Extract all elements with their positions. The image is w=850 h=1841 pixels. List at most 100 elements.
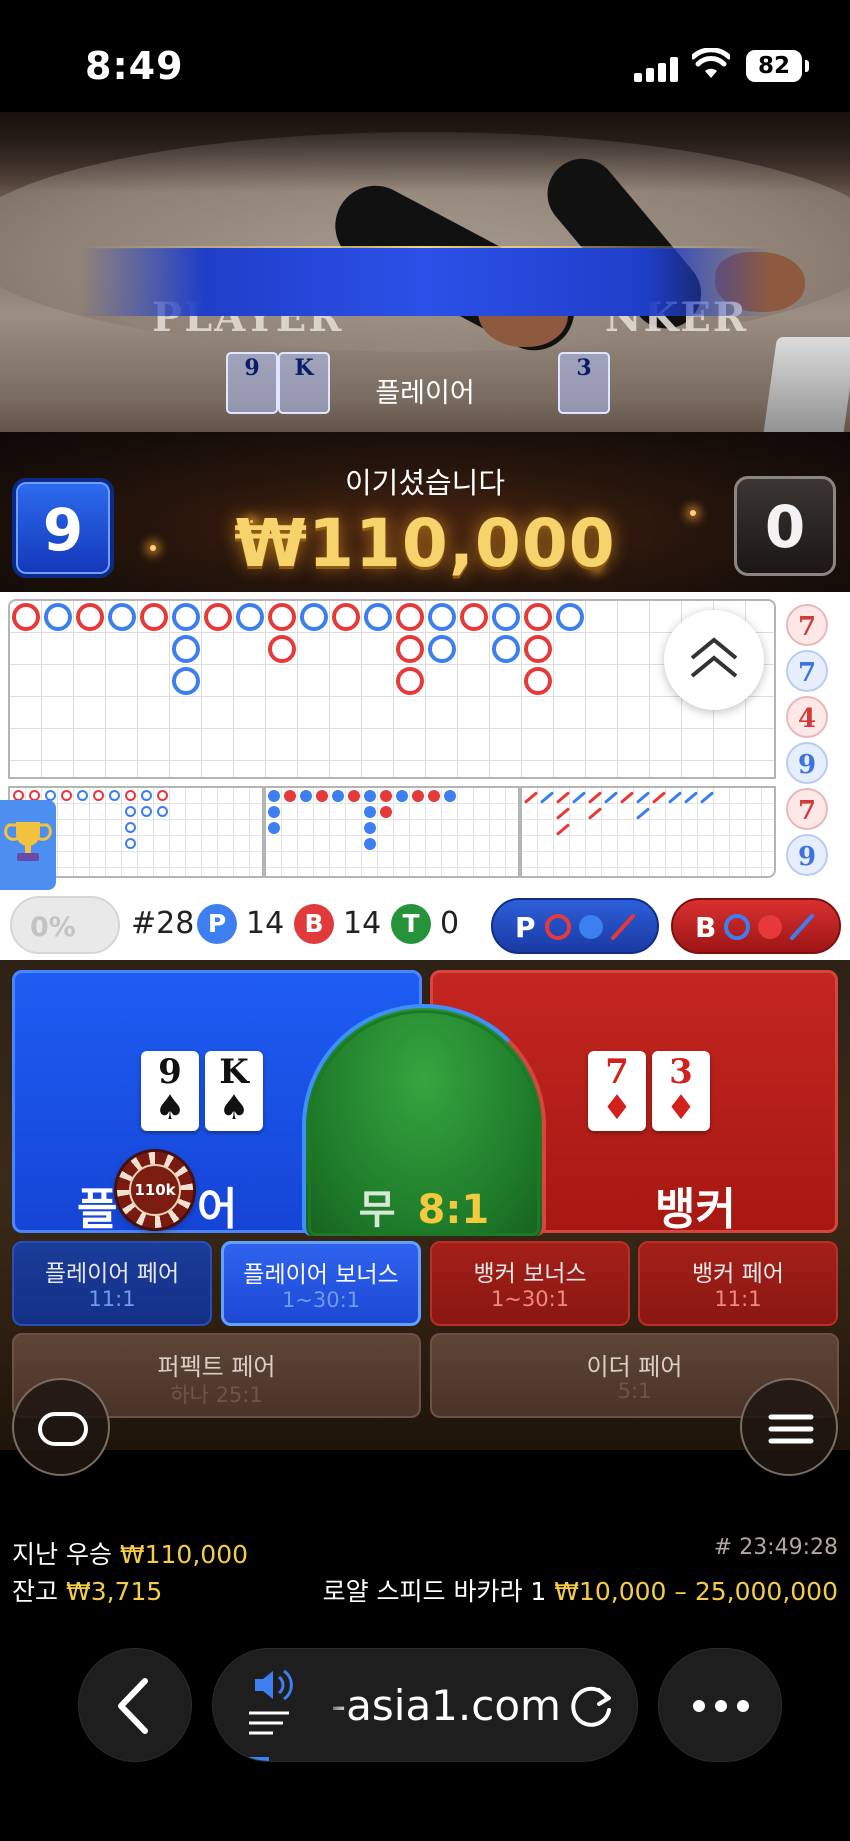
road-marker — [332, 790, 344, 802]
battery-icon: 82 — [746, 50, 809, 82]
road-marker — [141, 790, 152, 801]
tie-count: 0 — [440, 906, 460, 941]
road-marker — [300, 603, 328, 631]
road-marker — [44, 603, 72, 631]
road-marker — [172, 603, 200, 631]
road-marker — [556, 603, 584, 631]
bead-number: 4 — [786, 696, 828, 738]
road-marker — [460, 603, 488, 631]
back-button[interactable] — [78, 1648, 192, 1762]
bead-number: 7 — [786, 788, 828, 830]
road-marker — [396, 790, 408, 802]
road-marker — [61, 790, 72, 801]
road-marker — [396, 635, 424, 663]
shoe-statistics: 0% #28 P 14 B 14 T 0 P B — [0, 890, 850, 960]
bead-number: 7 — [786, 650, 828, 692]
road-marker — [125, 790, 136, 801]
bead-number: 9 — [786, 834, 828, 876]
road-marker — [428, 790, 440, 802]
road-marker — [364, 790, 376, 802]
player-prediction-button[interactable]: P — [491, 898, 659, 954]
round-id: # 23:49:28 — [713, 1535, 838, 1560]
prediction-markers-icon — [724, 914, 814, 940]
road-marker — [619, 791, 635, 804]
road-marker — [524, 635, 552, 663]
reload-icon[interactable] — [563, 1676, 623, 1736]
cockroach-road — [520, 786, 776, 878]
road-marker — [172, 635, 200, 663]
tie-count-badge: T — [391, 904, 431, 944]
road-marker — [412, 790, 424, 802]
road-marker — [332, 603, 360, 631]
road-marker — [93, 790, 104, 801]
road-marker — [364, 806, 376, 818]
chevron-left-icon — [118, 1678, 148, 1734]
road-marker — [396, 603, 424, 631]
road-marker — [396, 667, 424, 695]
winner-banner-text: 플레이어 — [375, 378, 475, 409]
road-marker — [76, 603, 104, 631]
banker-card: 7 ♦ — [588, 1051, 646, 1131]
winner-banner — [80, 248, 770, 316]
road-marker — [268, 790, 280, 802]
road-marker — [380, 790, 392, 802]
player-bonus-bet[interactable]: 플레이어 보너스 1~30:1 — [221, 1241, 421, 1326]
road-marker — [635, 807, 651, 820]
road-marker — [603, 791, 619, 804]
road-marker — [108, 603, 136, 631]
player-pair-bet[interactable]: 플레이어 페어 11:1 — [12, 1241, 212, 1326]
road-marker — [492, 603, 520, 631]
tie-bet-spot[interactable]: 무 8:1 — [308, 1010, 540, 1236]
more-options-button[interactable] — [658, 1648, 782, 1762]
banker-bonus-bet[interactable]: 뱅커 보너스 1~30:1 — [430, 1241, 630, 1326]
road-marker — [364, 603, 392, 631]
big-road — [8, 599, 776, 779]
road-marker — [348, 790, 360, 802]
bead-number: 7 — [786, 604, 828, 646]
road-marker — [300, 790, 312, 802]
road-marker — [125, 806, 136, 817]
road-marker — [125, 838, 136, 849]
player-card: 9 ♠ — [141, 1051, 199, 1131]
shoe-round-number: #28 — [131, 906, 195, 941]
road-marker — [683, 791, 699, 804]
chat-button[interactable] — [12, 1378, 110, 1476]
wifi-icon — [692, 48, 730, 78]
audio-playing-icon — [249, 1669, 293, 1735]
leaderboard-button[interactable] — [0, 800, 56, 890]
bead-number: 9 — [786, 742, 828, 784]
road-marker — [571, 791, 587, 804]
player-label: 플 — [77, 1184, 118, 1235]
more-dots-icon — [693, 1700, 749, 1712]
percentage-toggle[interactable]: 0% — [10, 896, 120, 954]
tie-odds: 8:1 — [417, 1187, 490, 1233]
banker-prediction-button[interactable]: B — [671, 898, 841, 954]
banker-pair-bet[interactable]: 뱅커 페어 11:1 — [638, 1241, 838, 1326]
prediction-markers-icon — [545, 914, 635, 940]
road-marker — [651, 791, 667, 804]
player-card: K ♠ — [205, 1051, 263, 1131]
balance: 잔고 ₩3,715 — [12, 1577, 163, 1606]
road-marker — [380, 806, 392, 818]
road-marker — [125, 822, 136, 833]
road-marker — [172, 667, 200, 695]
status-time: 8:49 — [85, 44, 184, 88]
road-marker — [268, 603, 296, 631]
road-marker — [539, 791, 555, 804]
last-win: 지난 우승 ₩110,000 — [12, 1540, 249, 1569]
address-bar[interactable]: -asia1.com — [212, 1648, 638, 1762]
road-marker — [141, 806, 152, 817]
status-bar: 8:49 82 — [0, 0, 850, 112]
menu-button[interactable] — [740, 1378, 838, 1476]
road-marker — [268, 806, 280, 818]
road-marker — [492, 635, 520, 663]
road-marker — [523, 791, 539, 804]
road-marker — [12, 603, 40, 631]
road-marker — [140, 603, 168, 631]
cellular-signal-icon — [634, 56, 678, 82]
collapse-roadmap-button[interactable] — [664, 610, 764, 710]
player-count-badge: P — [197, 904, 237, 944]
chevron-double-up-icon — [690, 637, 738, 678]
road-marker — [109, 790, 120, 801]
road-marker — [364, 822, 376, 834]
